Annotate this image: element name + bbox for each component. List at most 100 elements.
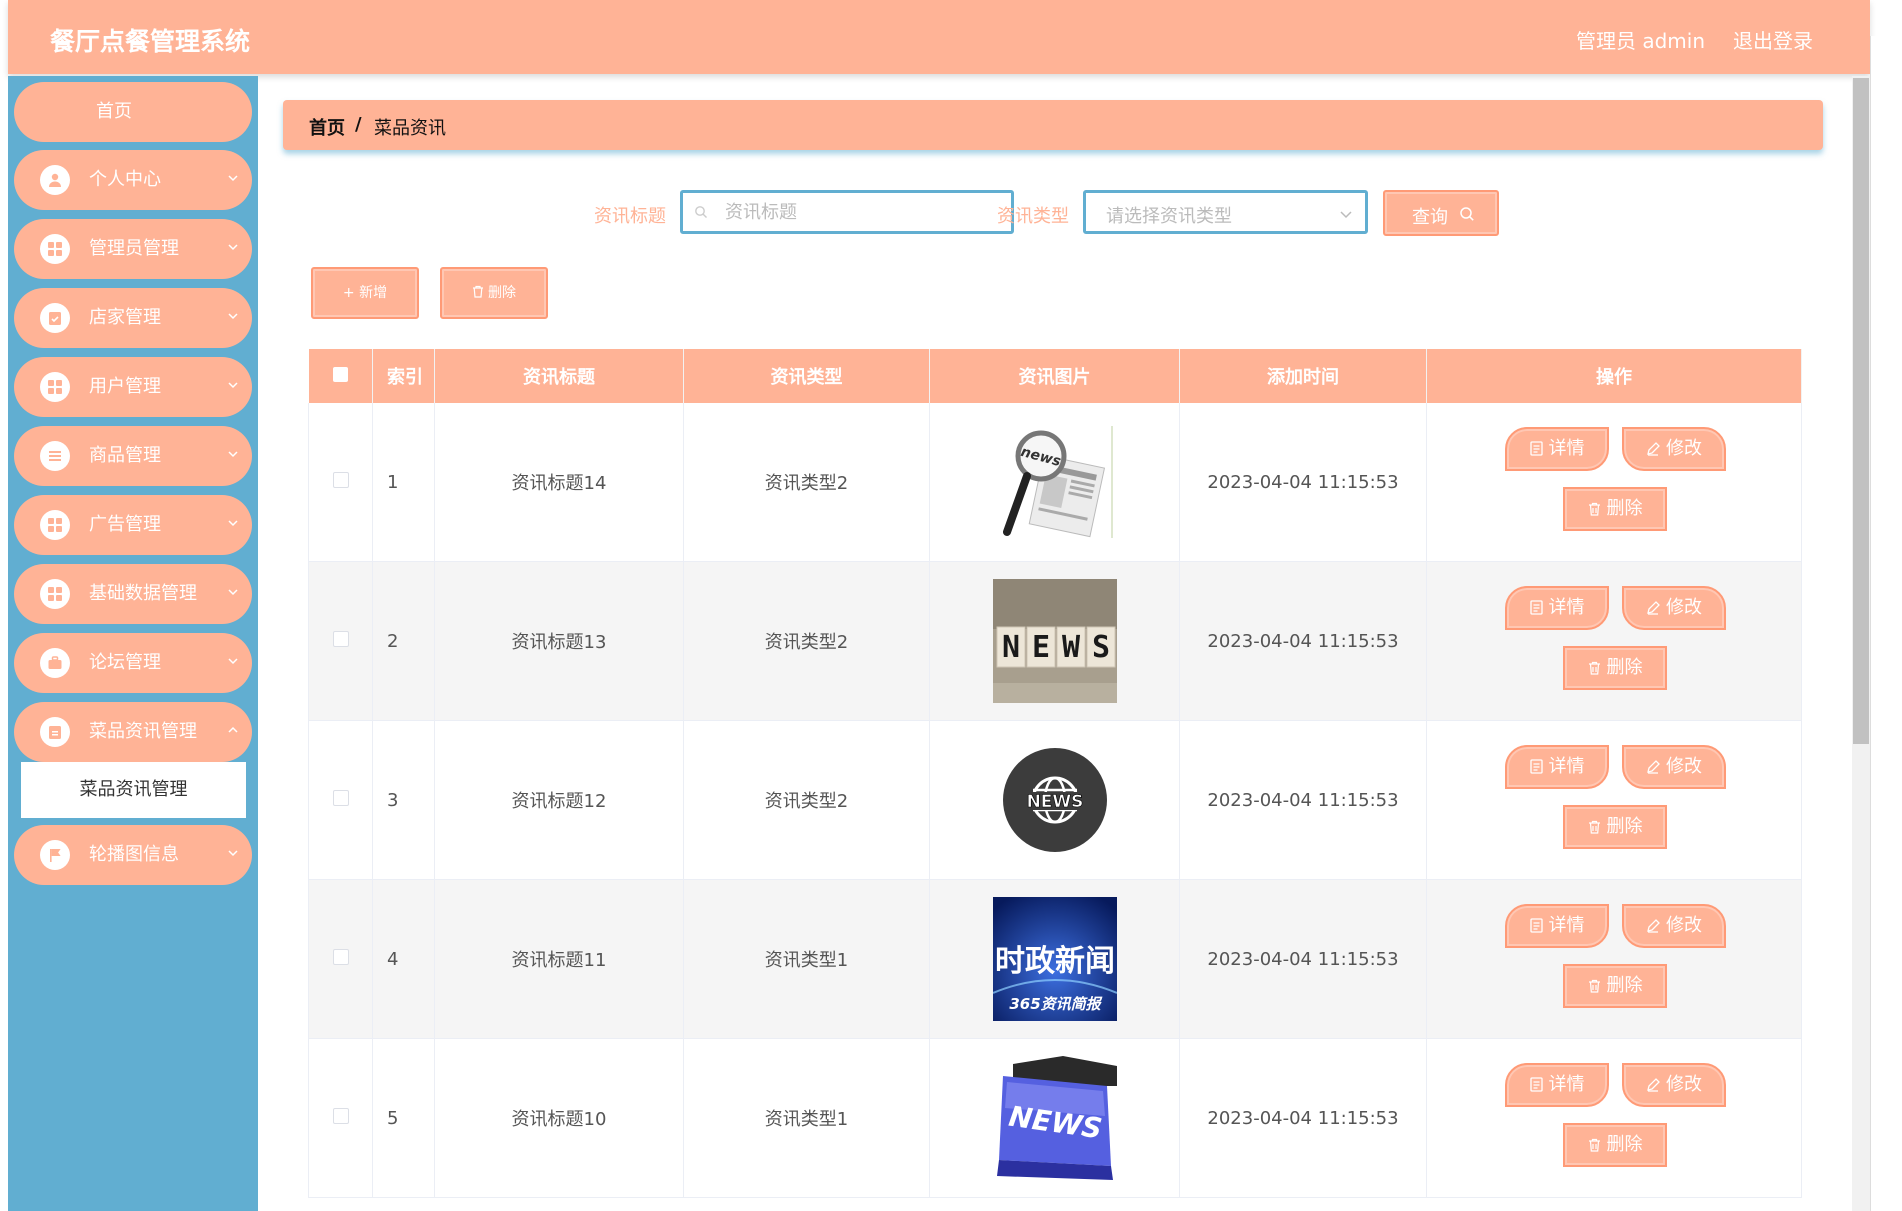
cell-index: 5 [372,1038,435,1198]
select-all-cell[interactable] [308,349,373,403]
row-checkbox[interactable] [332,1107,349,1124]
query-button[interactable]: 查询 [1383,190,1499,236]
row-checkbox-cell[interactable] [308,561,373,721]
sidebar-item-label: 首页 [96,101,132,122]
title-search-label: 资讯标题 [594,206,666,227]
edit-button[interactable]: 修改 [1622,1063,1726,1107]
row-actions: 详情 修改 删除 [1427,880,1801,1038]
edit-button[interactable]: 修改 [1622,427,1726,471]
cell-title: 资讯标题13 [434,561,684,721]
row-checkbox-cell[interactable] [308,403,373,562]
sidebar-item-admin-management[interactable]: 管理员管理 [14,219,252,279]
sidebar-item-personal-center[interactable]: 个人中心 [14,150,252,210]
admin-username: 管理员 admin [1576,29,1706,53]
column-header-type: 资讯类型 [683,349,930,403]
row-checkbox-cell[interactable] [308,1038,373,1198]
sidebar-item-label: 论坛管理 [89,652,161,673]
column-header-time: 添加时间 [1179,349,1427,403]
sidebar-item-carousel-info[interactable]: 轮播图信息 [14,825,252,885]
news-globe-image: NEWS [992,738,1117,862]
detail-button[interactable]: 详情 [1505,427,1609,471]
edit-label: 修改 [1666,597,1702,618]
batch-delete-button[interactable]: 删除 [440,267,548,319]
cell-actions: 详情 修改 删除 [1426,403,1802,562]
cell-time: 2023-04-04 11:15:53 [1179,720,1427,880]
breadcrumb-current: 菜品资讯 [374,118,446,139]
detail-label: 详情 [1548,597,1585,618]
document-icon [1529,441,1543,456]
sidebar-item-goods-management[interactable]: 商品管理 [14,426,252,486]
sidebar-item-forum-management[interactable]: 论坛管理 [14,633,252,693]
delete-button[interactable]: 删除 [1563,646,1667,690]
edit-button[interactable]: 修改 [1622,904,1726,948]
edit-button[interactable]: 修改 [1622,586,1726,630]
news-politics-image: 时政新闻 365资讯简报 [992,897,1117,1021]
document-icon [1529,759,1543,774]
delete-button[interactable]: 删除 [1563,805,1667,849]
chevron-up-icon [228,726,238,733]
row-checkbox-cell[interactable] [308,879,373,1039]
cell-title: 资讯标题14 [434,403,684,562]
sidebar-item-user-management[interactable]: 用户管理 [14,357,252,417]
cell-image: news [929,403,1180,562]
edit-label: 修改 [1666,915,1702,936]
cell-actions: 详情 修改 删除 [1426,561,1802,721]
detail-button[interactable]: 详情 [1505,745,1609,789]
edit-button[interactable]: 修改 [1622,745,1726,789]
detail-button[interactable]: 详情 [1505,1063,1609,1107]
table-row: 3 资讯标题12 资讯类型2 NEWS 2023-04-04 11:15:53 … [308,720,1802,880]
row-checkbox[interactable] [332,789,349,806]
delete-button[interactable]: 删除 [1563,1123,1667,1167]
row-checkbox[interactable] [332,471,349,488]
row-checkbox[interactable] [332,630,349,647]
row-checkbox-cell[interactable] [308,720,373,880]
sidebar-item-base-data-management[interactable]: 基础数据管理 [14,564,252,624]
delete-label: 删除 [1606,1134,1643,1155]
column-header-index: 索引 [372,349,435,403]
cell-time: 2023-04-04 11:15:53 [1179,403,1427,562]
table-row: 5 资讯标题10 资讯类型1 NEWS 2023-04-04 11:15:53 … [308,1038,1802,1198]
sidebar-item-label: 广告管理 [89,514,161,535]
delete-label: 删除 [1606,975,1643,996]
clipboard-icon [40,717,70,747]
news-magnifier-image: news [992,420,1117,544]
logout-link[interactable]: 退出登录 [1733,25,1813,54]
breadcrumb-home[interactable]: 首页 [309,114,345,140]
cell-time: 2023-04-04 11:15:53 [1179,561,1427,721]
pencil-icon [1647,760,1660,774]
search-icon [1460,207,1474,221]
sidebar-item-dish-news-management[interactable]: 菜品资讯管理 [14,702,252,762]
detail-button[interactable]: 详情 [1505,904,1609,948]
title-search-input[interactable] [680,190,1014,234]
delete-button[interactable]: 删除 [1563,487,1667,531]
select-all-checkbox[interactable] [332,366,348,382]
add-button[interactable]: + 新增 [311,267,419,319]
delete-button[interactable]: 删除 [1563,964,1667,1008]
cell-type: 资讯类型1 [683,879,930,1039]
sidebar-item-home[interactable]: 首页 [14,82,252,142]
cell-image: NEWS [929,1038,1180,1198]
submenu-item-dish-news-management[interactable]: 菜品资讯管理 [21,762,246,818]
row-actions: 详情 修改 删除 [1427,721,1801,879]
sidebar-item-shop-management[interactable]: 店家管理 [14,288,252,348]
news-key-image: NEWS [992,1056,1117,1180]
search-icon [695,206,707,218]
detail-button[interactable]: 详情 [1505,586,1609,630]
row-actions: 详情 修改 删除 [1427,1039,1801,1197]
column-header-image: 资讯图片 [929,349,1180,403]
row-checkbox[interactable] [332,948,349,965]
sidebar-item-ad-management[interactable]: 广告管理 [14,495,252,555]
delete-label: 删除 [1606,498,1643,519]
cell-type: 资讯类型2 [683,403,930,562]
scrollbar-thumb[interactable] [1853,78,1869,744]
chevron-down-icon [228,244,238,251]
trash-icon [1588,820,1600,834]
row-actions: 详情 修改 删除 [1427,562,1801,720]
app-title: 餐厅点餐管理系统 [50,27,251,56]
table-header-row: 索引 资讯标题 资讯类型 资讯图片 添加时间 操作 [308,349,1802,403]
chevron-down-icon [228,658,238,665]
sidebar-item-label: 轮播图信息 [89,844,179,865]
type-search-label: 资讯类型 [997,206,1069,227]
type-select[interactable]: 请选择资讯类型 [1083,190,1368,234]
sidebar-item-label: 店家管理 [89,307,161,328]
